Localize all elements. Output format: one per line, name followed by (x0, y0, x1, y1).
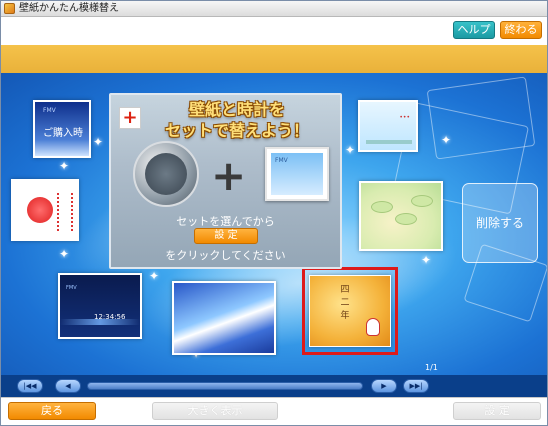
instruction-panel: + 壁紙と時計を セットで替えよう！ + FMV セットを選んでから 設 定 を… (109, 93, 342, 269)
sparkle-icon: ✦ (59, 159, 70, 173)
sparkle-icon: ✦ (345, 143, 356, 157)
title-bar: 壁紙かんたん模様替え (1, 1, 547, 17)
wallpaper-thumb-night-clock[interactable]: FMV 12:34:56 (58, 273, 142, 339)
exit-button[interactable]: 終わる (500, 21, 542, 39)
delete-button[interactable]: 削除する (462, 183, 538, 263)
scroll-last-button[interactable]: ▶▶| (403, 379, 429, 393)
plus-icon: + (211, 151, 247, 200)
panel-hint-bottom: をクリックしてください (165, 249, 286, 262)
app-window: 壁紙かんたん模様替え ヘルプ 終わる ✦ ✦ ✦ ✦ ✦ ✦ ✦ ✦ FMV ご… (0, 0, 548, 426)
panel-headline: 壁紙と時計を セットで替えよう！ (137, 99, 337, 141)
wallpaper-photo-icon: FMV (265, 147, 329, 201)
sparkle-icon: ✦ (149, 269, 160, 283)
thumb-brand: FMV (66, 285, 77, 291)
leaf-graphic (371, 201, 393, 213)
leaf-graphic (411, 195, 433, 207)
sparkle-icon: ✦ (59, 247, 70, 261)
app-icon (4, 3, 15, 14)
sparkle-icon: ✦ (93, 135, 104, 149)
sparkle-icon: ✦ (421, 253, 432, 267)
wallpaper-thumb-blue-wave[interactable] (172, 281, 276, 355)
headline-line-2: セットで替えよう！ (164, 121, 309, 140)
wallpaper-thumb-purchase[interactable]: FMV ご購入時 (33, 100, 91, 158)
help-button[interactable]: ヘルプ (453, 21, 495, 39)
back-button[interactable]: 戻る (8, 402, 96, 420)
scroll-track[interactable] (87, 382, 363, 390)
scroll-next-button[interactable]: ▶ (371, 379, 397, 393)
thumb-stripe (366, 140, 412, 144)
sparkle-icon: ✦ (441, 133, 452, 147)
dial-face (145, 153, 187, 195)
page-indicator: 1/1 (425, 363, 438, 372)
wallpaper-thumb-red-sun[interactable] (11, 179, 79, 241)
dotted-pattern (57, 193, 73, 231)
wallpaper-thumb-green-leaves[interactable] (359, 181, 443, 251)
clock-dial-icon (133, 141, 199, 207)
decorative-frame (426, 76, 536, 160)
set-button[interactable]: 設 定 (453, 402, 541, 420)
thumb-label: ご購入時 (43, 128, 83, 139)
scroll-first-button[interactable]: |◀◀ (17, 379, 43, 393)
selection-highlight (302, 267, 398, 355)
wallpaper-gallery: ✦ ✦ ✦ ✦ ✦ ✦ ✦ ✦ FMV ご購入時 ••• FMV 12:34:5… (1, 73, 547, 375)
window-title: 壁紙かんたん模様替え (19, 3, 119, 14)
thumb-mark: ••• (399, 114, 410, 121)
scroll-prev-button[interactable]: ◀ (55, 379, 81, 393)
headline-line-1: 壁紙と時計を (188, 100, 285, 119)
leaf-graphic (395, 213, 417, 225)
wallpaper-thumb-light-blue[interactable]: ••• (358, 100, 418, 152)
enlarge-button[interactable]: 大きく表示 (152, 402, 278, 420)
accent-band (1, 45, 547, 73)
sun-graphic (27, 197, 53, 223)
thumb-brand: FMV (43, 107, 56, 114)
photo-brand: FMV (275, 157, 288, 164)
panel-hint-top: セットを選んでから (176, 215, 275, 228)
thumb-clock: 12:34:56 (94, 313, 126, 321)
set-button-inline: 設 定 (194, 228, 258, 244)
